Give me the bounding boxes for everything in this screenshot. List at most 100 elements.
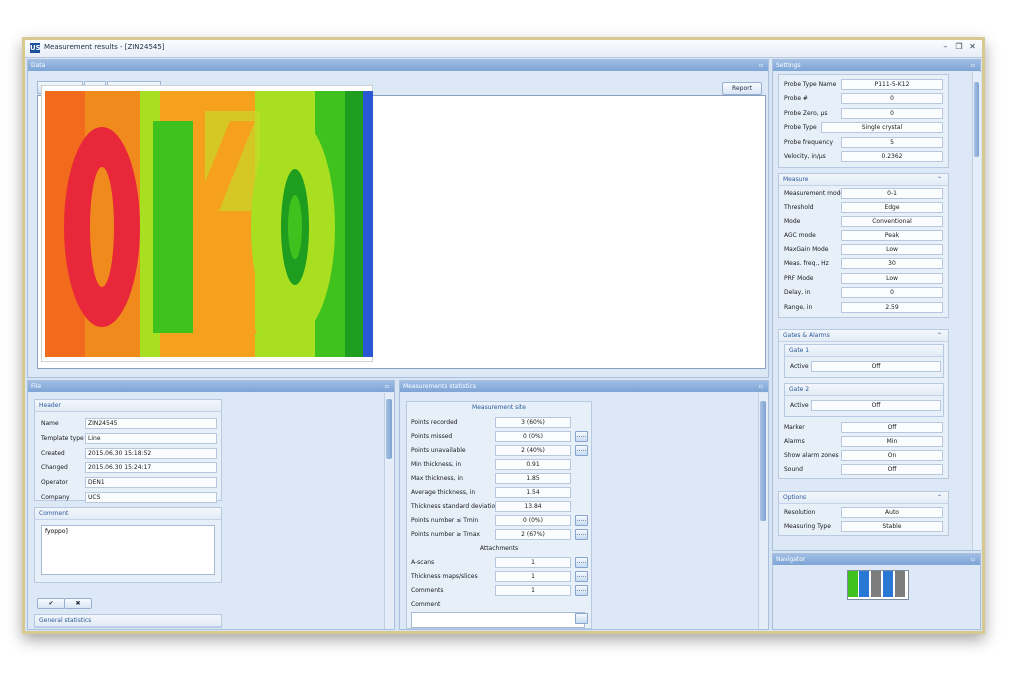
setting-value: Off xyxy=(841,464,943,475)
navigator-swatch xyxy=(871,571,881,597)
accept-button[interactable]: ✔ xyxy=(37,598,65,609)
scrollbar-thumb[interactable] xyxy=(386,399,392,459)
general-statistics-title[interactable]: General statistics xyxy=(35,615,221,627)
stats-panel-title: Measurements statistics xyxy=(403,383,476,390)
setting-label: MaxGain Mode xyxy=(784,246,829,253)
scrollbar-thumb[interactable] xyxy=(760,401,766,521)
setting-value: Low xyxy=(841,244,943,255)
pin-icon[interactable]: ▫ xyxy=(385,381,389,392)
close-icon[interactable]: ✕ xyxy=(967,42,978,51)
comment-dropdown-button[interactable] xyxy=(575,613,588,624)
stat-label: Average thickness, in xyxy=(411,489,476,496)
setting-value: Min xyxy=(841,436,943,447)
setting-value: Peak xyxy=(841,230,943,241)
attachment-label: Comments xyxy=(411,587,444,594)
navigator-swatch xyxy=(895,571,905,597)
setting-label: Marker xyxy=(784,424,805,431)
setting-value: 0.2362 xyxy=(841,151,943,162)
gate-1-active-value: Off xyxy=(811,361,941,372)
attachment-value: 1 xyxy=(495,571,571,582)
operator-field[interactable]: DEN1 xyxy=(85,477,217,488)
collapse-icon[interactable]: ⌃ xyxy=(937,330,942,341)
setting-label: PRF Mode xyxy=(784,275,814,282)
comment-textarea[interactable]: fyoppo] xyxy=(41,525,215,575)
general-statistics-group[interactable]: General statistics xyxy=(34,614,222,628)
stats-comment-field[interactable] xyxy=(411,612,585,628)
scrollbar-thumb[interactable] xyxy=(974,82,979,157)
name-label: Name xyxy=(41,420,59,427)
company-field[interactable]: UCS xyxy=(85,492,217,503)
setting-value: 0 xyxy=(841,287,943,298)
stat-value: 2 (40%) xyxy=(495,445,571,456)
window-title: Measurement results - [ZIN24545] xyxy=(44,43,165,51)
map-dark-green-band xyxy=(345,91,365,357)
setting-label: Alarms xyxy=(784,438,805,445)
collapse-icon[interactable]: ⌃ xyxy=(937,174,942,185)
setting-label: AGC mode xyxy=(784,232,816,239)
setting-label: Resolution xyxy=(784,509,816,516)
setting-label: Delay, in xyxy=(784,289,811,296)
data-panel-header: Data ▫ xyxy=(28,60,768,71)
setting-value: Off xyxy=(841,422,943,433)
setting-label: Mode xyxy=(784,218,801,225)
file-panel-scrollbar[interactable] xyxy=(384,393,394,629)
setting-label: Range, in xyxy=(784,304,813,311)
measurement-results-window: US Measurement results - [ZIN24545] – ❐ … xyxy=(22,37,985,634)
ellipsis-button[interactable]: ..... xyxy=(575,431,588,442)
stat-value: 2 (67%) xyxy=(495,529,571,540)
setting-value: 0 xyxy=(841,108,943,119)
stat-label: Points number ≥ Tmax xyxy=(411,531,480,538)
minimize-icon[interactable]: – xyxy=(940,42,951,51)
settings-scrollbar[interactable] xyxy=(972,72,981,550)
setting-label: Sound xyxy=(784,466,803,473)
setting-label: Probe Zero, µs xyxy=(784,110,828,117)
ellipsis-button[interactable]: ..... xyxy=(575,529,588,540)
setting-label: Meas. freq., Hz xyxy=(784,260,829,267)
setting-label: Measuring Type xyxy=(784,523,831,530)
thickness-map[interactable] xyxy=(41,85,373,362)
gates-alarms-group: Gates & Alarms ⌃ Gate 1 Active Off Gate 2… xyxy=(778,329,949,479)
comment-group-title: Comment xyxy=(35,508,221,520)
setting-value: Auto xyxy=(841,507,943,518)
setting-label: Probe # xyxy=(784,95,808,102)
navigator-panel-title: Navigator xyxy=(776,556,806,563)
report-button[interactable]: Report xyxy=(722,82,762,95)
setting-label: Threshold xyxy=(784,204,814,211)
stats-comment-label: Comment xyxy=(411,601,441,608)
setting-value: 2.59 xyxy=(841,302,943,313)
setting-value: 5 xyxy=(841,137,943,148)
navigator-preview[interactable] xyxy=(847,570,909,600)
stat-value: 1.54 xyxy=(495,487,571,498)
pin-icon[interactable]: ▫ xyxy=(971,60,975,71)
name-field[interactable]: ZIN24545 xyxy=(85,418,217,429)
collapse-icon[interactable]: ⌃ xyxy=(937,492,942,503)
gate-1-group: Gate 1 Active Off xyxy=(784,344,944,378)
setting-value: 30 xyxy=(841,258,943,269)
stats-panel-scrollbar[interactable] xyxy=(758,393,768,629)
gate-1-active-label: Active xyxy=(790,363,809,370)
attachment-label: Thickness maps/slices xyxy=(411,573,478,580)
comment-group: Comment fyoppo] xyxy=(34,507,222,583)
ellipsis-button[interactable]: ..... xyxy=(575,557,588,568)
ellipsis-button[interactable]: ..... xyxy=(575,445,588,456)
gate-1-title: Gate 1 xyxy=(785,345,943,357)
attachment-value: 1 xyxy=(495,585,571,596)
ellipsis-button[interactable]: ..... xyxy=(575,515,588,526)
setting-value: 0 xyxy=(841,93,943,104)
pin-icon[interactable]: ▫ xyxy=(759,60,763,71)
cancel-button[interactable]: ✖ xyxy=(64,598,92,609)
ellipsis-button[interactable]: ..... xyxy=(575,585,588,596)
restore-icon[interactable]: ❐ xyxy=(953,42,964,51)
pin-icon[interactable]: ▫ xyxy=(971,554,975,565)
settings-panel-title: Settings xyxy=(776,62,801,69)
ellipsis-button[interactable]: ..... xyxy=(575,571,588,582)
header-group: Header Name ZIN24545 Template type Line … xyxy=(34,399,222,503)
pin-icon[interactable]: ▫ xyxy=(759,381,763,392)
attachment-value: 1 xyxy=(495,557,571,568)
changed-field: 2015.06.30 15:24:17 xyxy=(85,462,217,473)
file-panel-title: File xyxy=(31,383,42,390)
attachments-title: Attachments xyxy=(479,545,519,552)
setting-value: 0-1 xyxy=(841,188,943,199)
stat-value: 1.85 xyxy=(495,473,571,484)
options-title: Options xyxy=(783,494,807,501)
